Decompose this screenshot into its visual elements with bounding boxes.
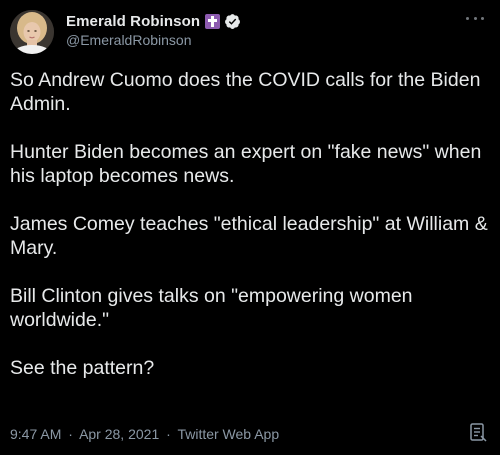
avatar-image [10, 10, 54, 54]
user-info: Emerald Robinson @EmeraldRobinson [66, 11, 241, 48]
separator: · [68, 426, 73, 442]
document-icon[interactable] [470, 423, 487, 443]
tweet-time[interactable]: 9:47 AM [10, 426, 61, 442]
user-handle[interactable]: @EmeraldRobinson [66, 32, 241, 48]
tweet-paragraph: James Comey teaches "ethical leadership"… [10, 213, 488, 259]
tweet-text: So Andrew Cuomo does the COVID calls for… [10, 68, 490, 404]
display-name[interactable]: Emerald Robinson [66, 13, 200, 30]
separator: · [166, 426, 171, 442]
tweet-date[interactable]: Apr 28, 2021 [79, 426, 159, 442]
name-row: Emerald Robinson [66, 11, 241, 31]
tweet-paragraph: See the pattern? [10, 357, 155, 379]
tweet-paragraph: Bill Clinton gives talks on "empowering … [10, 285, 413, 331]
avatar[interactable] [10, 10, 54, 54]
tweet-metadata: 9:47 AM · Apr 28, 2021 · Twitter Web App [10, 426, 279, 442]
more-options-icon[interactable] [466, 12, 484, 24]
tweet-card: Emerald Robinson @EmeraldRobinson So And… [0, 0, 500, 455]
cross-icon [205, 13, 221, 29]
tweet-paragraph: So Andrew Cuomo does the COVID calls for… [10, 69, 481, 115]
tweet-source[interactable]: Twitter Web App [177, 426, 279, 442]
tweet-paragraph: Hunter Biden becomes an expert on "fake … [10, 141, 482, 187]
verified-badge-icon [225, 13, 241, 29]
